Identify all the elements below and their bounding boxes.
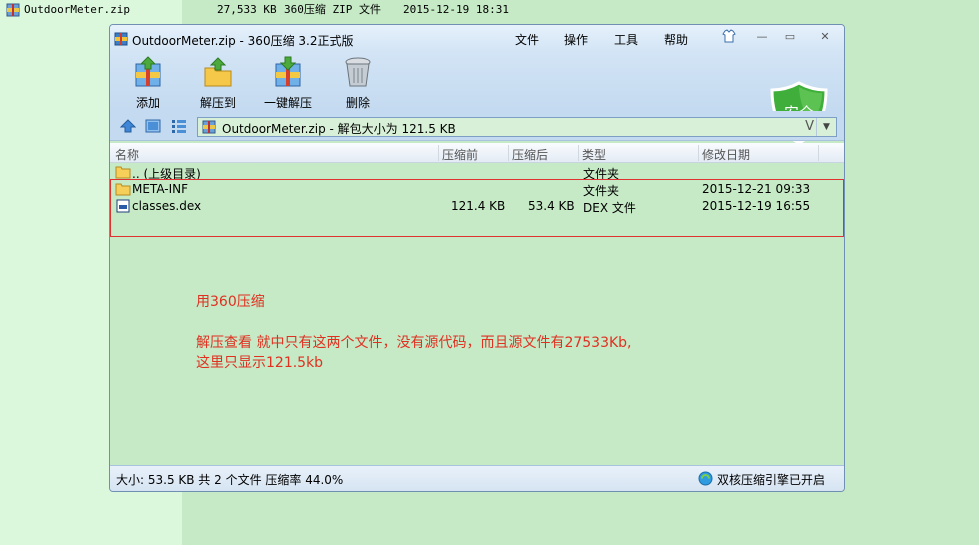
skin-icon[interactable] <box>720 29 738 45</box>
address-bar: OutdoorMeter.zip - 解包大小为 121.5 KB V ▼ <box>110 111 844 141</box>
path-field[interactable]: OutdoorMeter.zip - 解包大小为 121.5 KB V ▼ <box>197 117 837 137</box>
column-after[interactable]: 压缩后 <box>512 146 548 163</box>
extract-to-button[interactable]: 解压到 <box>188 53 248 111</box>
one-click-extract-icon <box>275 56 301 87</box>
one-click-extract-label: 一键解压 <box>263 96 312 110</box>
background-file-size: 27,533 KB <box>217 3 277 16</box>
column-modified[interactable]: 修改日期 <box>702 146 750 163</box>
menu-help[interactable]: 帮助 <box>664 31 688 48</box>
background-file-type: 360压缩 ZIP 文件 <box>284 3 381 16</box>
engine-icon <box>698 471 713 486</box>
status-bar: 大小: 53.5 KB 共 2 个文件 压缩率 44.0% 双核压缩引擎已开启 <box>110 465 844 491</box>
zip-file-icon <box>6 3 20 17</box>
column-header: 名称 压缩前 压缩后 类型 修改日期 <box>110 143 844 163</box>
add-button[interactable]: 添加 <box>118 53 178 111</box>
extract-folder-icon <box>204 57 232 87</box>
column-before[interactable]: 压缩前 <box>442 146 478 163</box>
annotation-line-1: 用360压缩 <box>196 294 265 310</box>
up-arrow-icon[interactable] <box>120 119 136 133</box>
toolbar: 添加 解压到 一键解压 删除 <box>110 53 844 145</box>
column-separator[interactable] <box>818 145 819 161</box>
minimize-button[interactable]: — <box>753 29 771 45</box>
column-name[interactable]: 名称 <box>115 146 139 163</box>
background-file-row[interactable]: OutdoorMeter.zip 27,533 KB 360压缩 ZIP 文件 … <box>0 0 979 20</box>
column-separator[interactable] <box>438 145 439 161</box>
app-logo-icon <box>114 32 128 46</box>
trash-can-icon <box>345 57 371 87</box>
extract-to-label: 解压到 <box>199 96 236 110</box>
menu-tools[interactable]: 工具 <box>614 31 638 48</box>
column-separator[interactable] <box>698 145 699 161</box>
path-text: OutdoorMeter.zip - 解包大小为 121.5 KB <box>222 122 456 136</box>
window-title: OutdoorMeter.zip - 360压缩 3.2正式版 <box>132 34 354 48</box>
folder-icon <box>115 166 131 179</box>
column-separator[interactable] <box>508 145 509 161</box>
thumbnail-view-icon[interactable] <box>145 119 161 133</box>
background-file-date: 2015-12-19 18:31 <box>403 3 509 16</box>
background-file-name: OutdoorMeter.zip <box>24 3 130 16</box>
column-separator[interactable] <box>578 145 579 161</box>
add-archive-icon <box>135 56 161 87</box>
list-view-icon[interactable] <box>171 119 187 133</box>
delete-button[interactable]: 删除 <box>328 53 388 111</box>
one-click-extract-button[interactable]: 一键解压 <box>258 53 318 111</box>
add-label: 添加 <box>135 96 160 110</box>
path-suffix: V <box>805 119 814 134</box>
path-dropdown-button[interactable]: ▼ <box>816 118 836 136</box>
maximize-button[interactable]: ▭ <box>781 29 799 45</box>
zip-file-icon <box>202 120 216 134</box>
annotation-line-3: 这里只显示121.5kb <box>196 355 324 371</box>
archive-window: OutdoorMeter.zip - 360压缩 3.2正式版 文件 操作 工具… <box>109 24 845 492</box>
status-engine: 双核压缩引擎已开启 <box>717 473 826 487</box>
status-summary: 大小: 53.5 KB 共 2 个文件 压缩率 44.0% <box>116 473 344 487</box>
delete-label: 删除 <box>345 96 370 110</box>
annotation-line-2: 解压查看 就中只有这两个文件，没有源代码，而且源文件有27533Kb, <box>196 335 632 351</box>
menu-file[interactable]: 文件 <box>515 31 539 48</box>
title-bar[interactable]: OutdoorMeter.zip - 360压缩 3.2正式版 文件 操作 工具… <box>110 25 844 53</box>
menu-operation[interactable]: 操作 <box>564 31 588 48</box>
column-type[interactable]: 类型 <box>582 146 606 163</box>
close-button[interactable]: ✕ <box>816 29 834 45</box>
highlight-box <box>110 179 844 237</box>
